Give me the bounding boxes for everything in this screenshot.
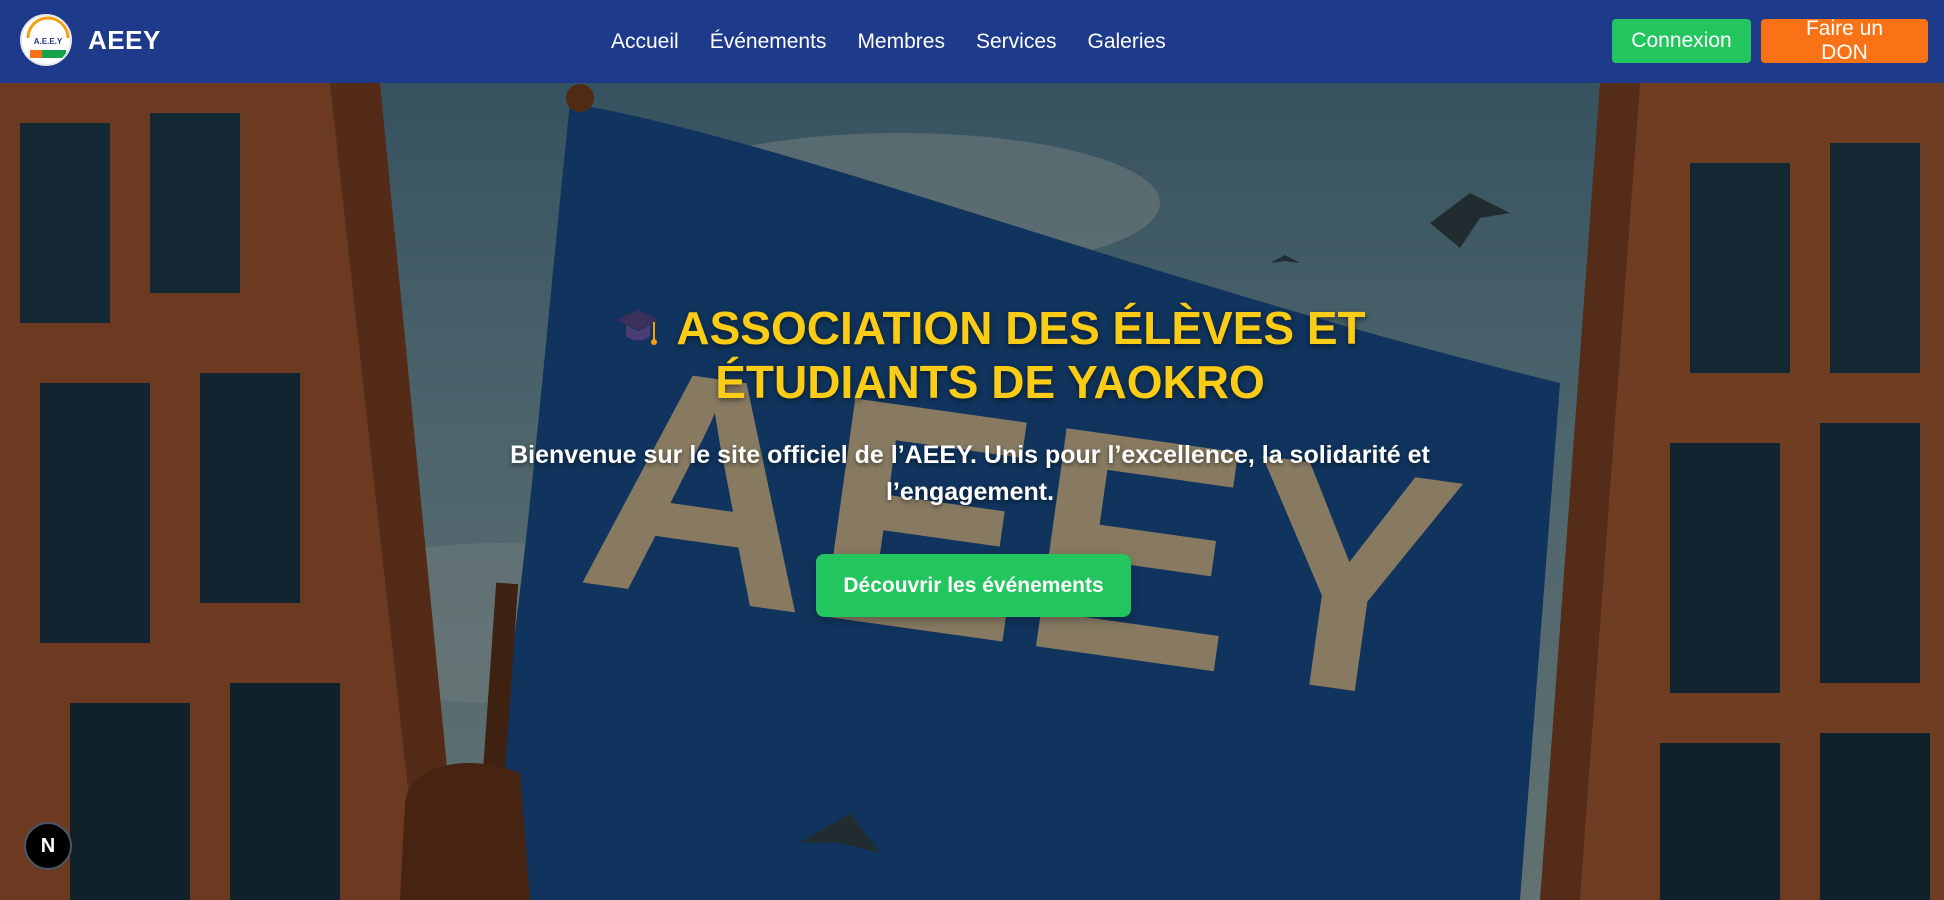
nav-galeries[interactable]: Galeries bbox=[1088, 30, 1166, 54]
donate-button[interactable]: Faire un DON bbox=[1761, 17, 1928, 64]
nav-actions: Connexion Faire un DON bbox=[1612, 17, 1928, 64]
discover-events-button[interactable]: Découvrir les événements bbox=[816, 554, 1131, 617]
nav-evenements[interactable]: Événements bbox=[710, 30, 827, 54]
nav-membres[interactable]: Membres bbox=[857, 30, 945, 54]
graduation-cap-icon bbox=[616, 310, 661, 345]
hero-subtitle: Bienvenue sur le site officiel de l’AEEY… bbox=[510, 441, 1430, 506]
brand[interactable]: A.E.E.Y AEEY bbox=[20, 14, 161, 66]
hero-title: ASSOCIATION DES ÉLÈVES ET ÉTUDIANTS DE Y… bbox=[560, 301, 1420, 409]
logo-text: A.E.E.Y bbox=[34, 37, 63, 46]
aeey-logo: A.E.E.Y bbox=[20, 14, 72, 66]
hero-content: ASSOCIATION DES ÉLÈVES ET ÉTUDIANTS DE Y… bbox=[0, 83, 1944, 900]
top-navbar: A.E.E.Y AEEY Accueil Événements Membres … bbox=[0, 0, 1944, 83]
nav-services[interactable]: Services bbox=[976, 30, 1057, 54]
login-button[interactable]: Connexion bbox=[1612, 19, 1751, 63]
hero-title-line1: ASSOCIATION DES ÉLÈVES ET bbox=[676, 302, 1366, 354]
hero-title-line2: ÉTUDIANTS DE YAOKRO bbox=[715, 356, 1265, 408]
nav-accueil[interactable]: Accueil bbox=[611, 30, 679, 54]
nextjs-dev-badge[interactable]: N bbox=[24, 822, 72, 870]
brand-name: AEEY bbox=[88, 24, 161, 55]
hero-section: AEEY ASSOCIATION DES ÉLÈVES ET ÉTUDIANTS… bbox=[0, 83, 1944, 900]
main-nav: Accueil Événements Membres Services Gale… bbox=[611, 0, 1197, 83]
